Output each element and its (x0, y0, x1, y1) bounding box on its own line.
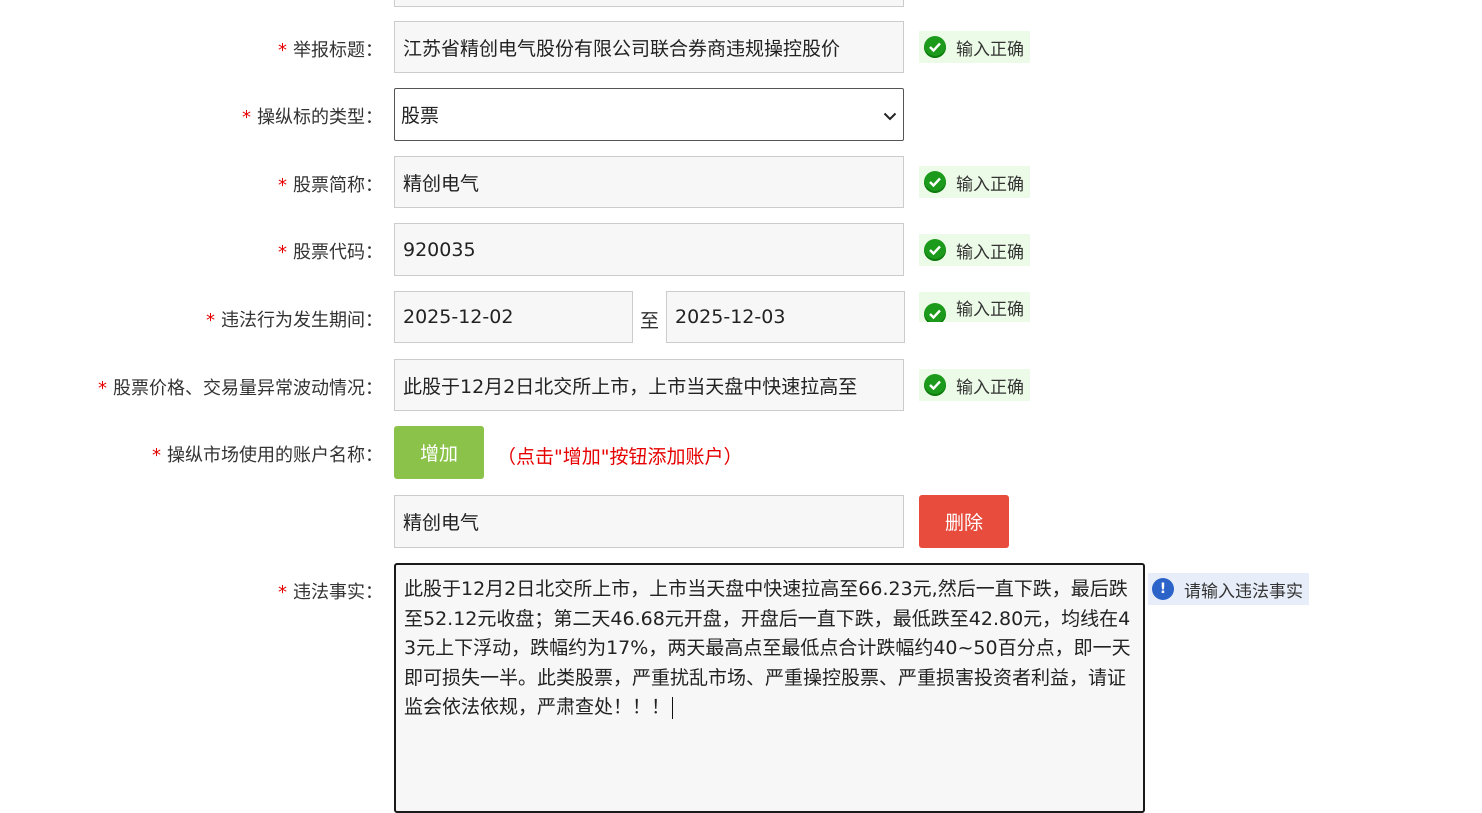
period-status: 输入正确 (919, 292, 1030, 322)
facts-textarea[interactable]: 此股于12月2日北交所上市，上市当天盘中快速拉高至66.23元,然后一直下跌，最… (394, 563, 1145, 813)
abnormal-input[interactable]: 此股于12月2日北交所上市，上市当天盘中快速拉高至 (394, 359, 904, 411)
stock-code-status-text: 输入正确 (956, 242, 1024, 263)
abnormal-label: * 股票价格、交易量异常波动情况： (98, 378, 383, 399)
title-input-value: 江苏省精创电气股份有限公司联合券商违规操控股价 (403, 37, 841, 60)
facts-status-text: 请输入违法事实 (1184, 581, 1303, 602)
check-circle-icon (924, 239, 946, 261)
stock-code-input[interactable]: 920035 (394, 223, 904, 276)
account-name-input[interactable]: 精创电气 (394, 495, 904, 548)
chevron-down-icon (883, 104, 897, 126)
add-account-hint: （点击"增加"按钮添加账户） (497, 446, 743, 468)
check-circle-icon (924, 303, 946, 322)
required-mark: * (242, 107, 251, 128)
stock-code-label: * 股票代码： (278, 242, 383, 263)
check-circle-icon (924, 374, 946, 396)
required-mark: * (278, 582, 287, 603)
facts-status: ! 请输入违法事实 (1148, 573, 1309, 605)
stock-name-input[interactable]: 精创电气 (394, 156, 904, 208)
check-circle-icon (924, 36, 946, 58)
period-start-input[interactable]: 2025-12-02 (394, 291, 633, 343)
stock-code-value: 920035 (403, 238, 476, 261)
period-end-input[interactable]: 2025-12-03 (666, 291, 905, 343)
stock-code-status: 输入正确 (919, 234, 1030, 266)
accounts-label: * 操纵市场使用的账户名称： (152, 445, 383, 466)
title-status: 输入正确 (919, 31, 1030, 63)
info-circle-icon: ! (1152, 578, 1174, 600)
abnormal-status-text: 输入正确 (956, 377, 1024, 398)
required-mark: * (278, 242, 287, 263)
required-mark: * (278, 175, 287, 196)
stock-name-value: 精创电气 (403, 172, 480, 195)
account-name-value: 精创电气 (403, 512, 480, 534)
previous-field-input[interactable] (394, 0, 904, 7)
period-start-value: 2025-12-02 (403, 306, 514, 328)
period-label: * 违法行为发生期间： (206, 310, 383, 331)
required-mark: * (206, 310, 215, 331)
type-select-value: 股票 (401, 105, 440, 127)
type-select[interactable]: 股票 (394, 88, 904, 141)
abnormal-status: 输入正确 (919, 369, 1030, 401)
period-status-text: 输入正确 (956, 299, 1024, 320)
type-label: * 操纵标的类型： (242, 107, 383, 128)
delete-account-button[interactable]: 删除 (919, 495, 1009, 548)
stock-name-label: * 股票简称： (278, 175, 383, 196)
period-separator: 至 (640, 310, 660, 332)
title-status-text: 输入正确 (956, 39, 1024, 60)
title-label: * 举报标题： (278, 40, 383, 61)
stock-name-status-text: 输入正确 (956, 174, 1024, 195)
period-end-value: 2025-12-03 (675, 306, 786, 328)
stock-name-status: 输入正确 (919, 166, 1030, 198)
required-mark: * (278, 40, 287, 61)
title-input[interactable]: 江苏省精创电气股份有限公司联合券商违规操控股价 (394, 21, 904, 73)
check-circle-icon (924, 171, 946, 193)
text-caret (672, 696, 674, 719)
required-mark: * (98, 378, 107, 399)
facts-label: * 违法事实： (278, 582, 383, 603)
add-account-button[interactable]: 增加 (394, 426, 484, 479)
required-mark: * (152, 445, 161, 466)
abnormal-value: 此股于12月2日北交所上市，上市当天盘中快速拉高至 (403, 375, 858, 398)
facts-text: 此股于12月2日北交所上市，上市当天盘中快速拉高至66.23元,然后一直下跌，最… (404, 578, 1131, 718)
